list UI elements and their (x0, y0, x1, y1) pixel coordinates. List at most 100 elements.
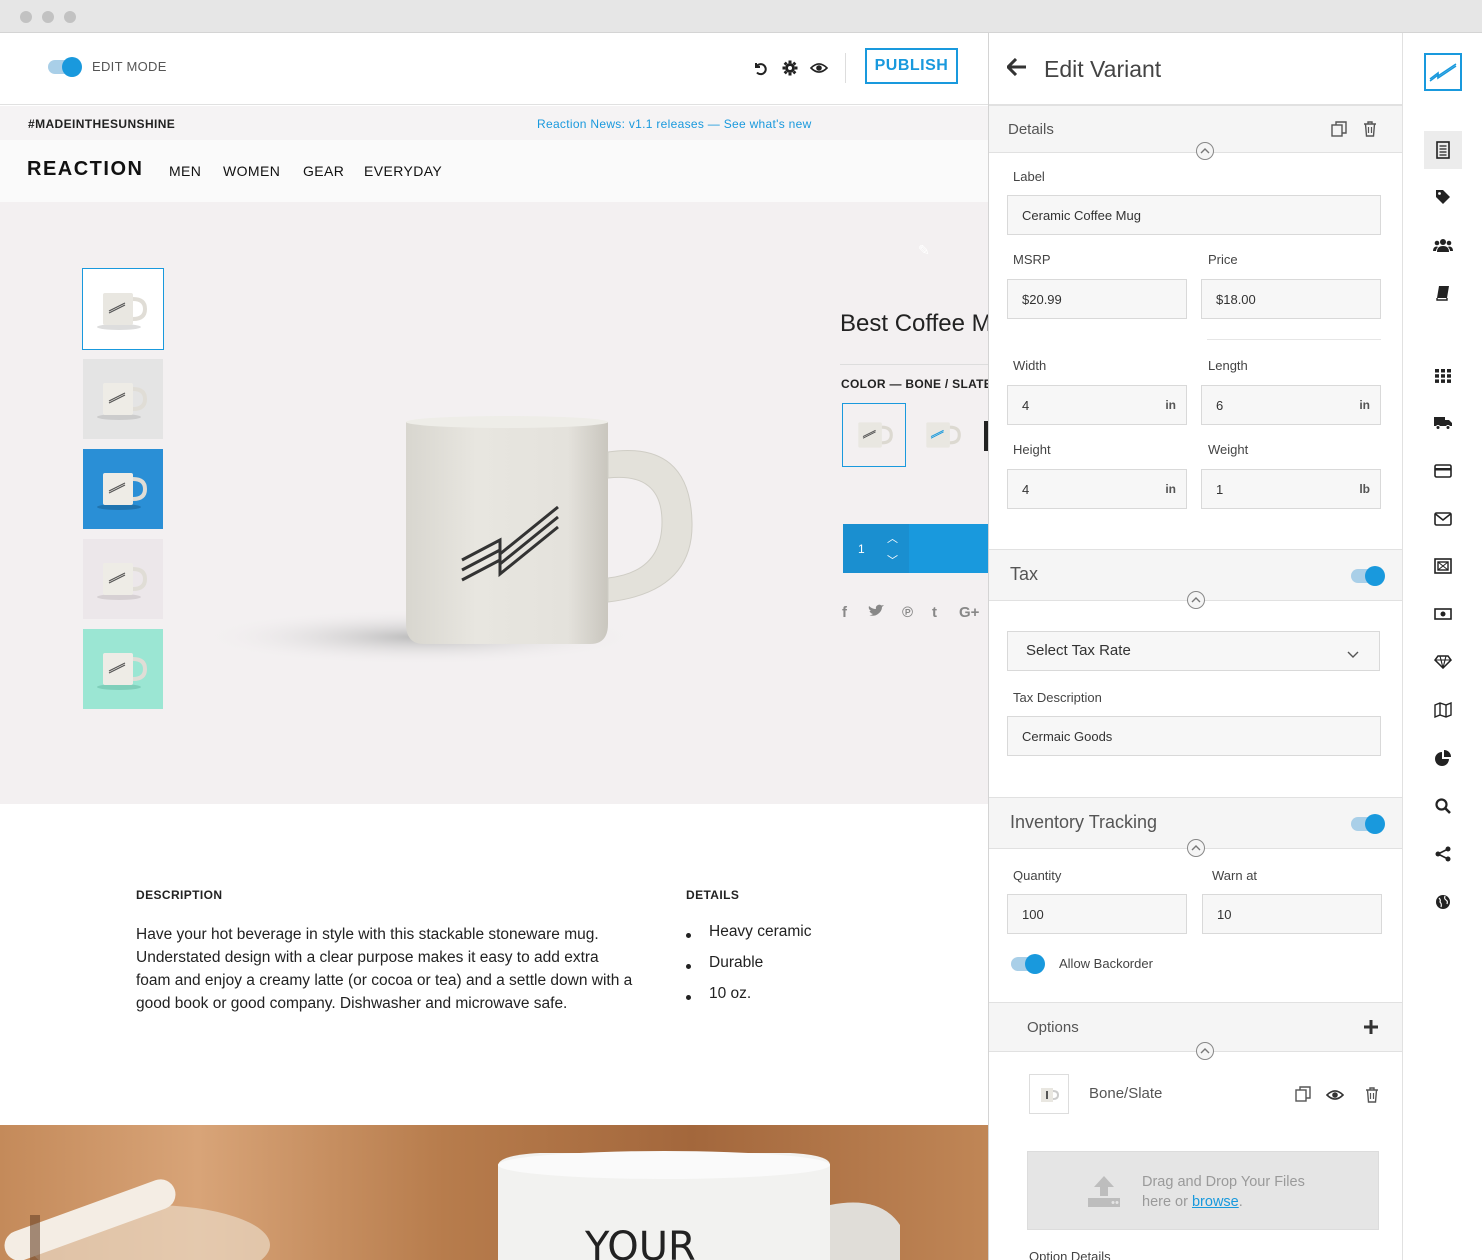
money-icon[interactable] (1424, 595, 1462, 633)
grid-icon[interactable] (1424, 357, 1462, 395)
pie-chart-icon[interactable] (1424, 739, 1462, 777)
inventory-toggle[interactable] (1351, 814, 1385, 834)
map-icon[interactable] (1424, 691, 1462, 729)
tax-title: Tax (1010, 564, 1039, 584)
arrow-left-icon[interactable] (1005, 57, 1027, 81)
product-title: Best Coffee M (840, 310, 988, 337)
collapse-chevron-icon[interactable] (1187, 591, 1205, 609)
tumblr-icon[interactable]: t (932, 604, 937, 621)
tax-toggle[interactable] (1351, 566, 1385, 586)
document-icon[interactable] (1424, 131, 1462, 169)
gear-icon[interactable] (780, 58, 800, 78)
product-thumbnail[interactable] (83, 629, 163, 709)
weight-input[interactable]: 1 lb (1201, 469, 1381, 509)
users-icon[interactable] (1424, 226, 1462, 264)
book-icon[interactable] (1424, 274, 1462, 312)
credit-card-icon[interactable] (1424, 452, 1462, 490)
browser-chrome (0, 0, 1482, 33)
window-minimize-dot[interactable] (42, 11, 54, 23)
product-thumbnail[interactable] (83, 359, 163, 439)
options-section-header[interactable]: Options (989, 1002, 1402, 1052)
brand-logo[interactable]: REACTION (27, 158, 143, 181)
tax-rate-select[interactable]: Select Tax Rate (1007, 631, 1380, 671)
height-label: Height (1013, 442, 1051, 457)
option-thumbnail[interactable] (1029, 1074, 1069, 1114)
price-input[interactable]: $18.00 (1201, 279, 1381, 319)
height-value: 4 (1022, 482, 1030, 497)
pinterest-icon[interactable]: ℗ (902, 604, 913, 621)
msrp-input[interactable]: $20.99 (1007, 279, 1187, 319)
collapse-chevron-icon[interactable] (1196, 1042, 1214, 1060)
share-icon[interactable] (1424, 835, 1462, 873)
globe-icon[interactable] (1424, 883, 1462, 921)
length-input[interactable]: 6 in (1201, 385, 1381, 425)
chevron-up-icon[interactable]: ︿ (887, 530, 898, 546)
dropzone-text: Drag and Drop Your Files here or browse. (1142, 1172, 1305, 1212)
inventory-title: Inventory Tracking (1010, 812, 1158, 832)
product-thumbnail[interactable] (83, 539, 163, 619)
add-option-icon[interactable] (1363, 1019, 1379, 1040)
main-nav: REACTION MEN WOMEN GEAR EVERYDAY (0, 140, 988, 202)
logo-icon[interactable] (1424, 53, 1462, 91)
detail-item: Durable (709, 954, 764, 971)
window-maximize-dot[interactable] (64, 11, 76, 23)
duplicate-icon[interactable] (1295, 1086, 1311, 1107)
details-heading: DETAILS (686, 888, 740, 902)
product-thumbnail[interactable] (82, 268, 164, 350)
window-close-dot[interactable] (20, 11, 32, 23)
bullet (686, 995, 691, 1000)
variant-swatch[interactable] (911, 404, 973, 466)
googleplus-icon[interactable]: G+ (959, 604, 979, 621)
facebook-icon[interactable]: f (842, 604, 847, 621)
trash-icon[interactable] (1365, 1087, 1379, 1108)
news-link[interactable]: Reaction News: v1.1 releases — See what'… (537, 117, 812, 131)
diamond-icon[interactable] (1424, 643, 1462, 681)
eye-icon[interactable] (1325, 1088, 1345, 1107)
trash-icon[interactable] (1363, 121, 1377, 142)
width-input[interactable]: 4 in (1007, 385, 1187, 425)
mail-icon[interactable] (1424, 500, 1462, 538)
twitter-icon[interactable] (868, 604, 884, 622)
panel-header: Edit Variant (989, 33, 1402, 105)
bullet (686, 964, 691, 969)
truck-icon[interactable] (1424, 404, 1462, 442)
product-thumbnail[interactable] (83, 449, 163, 529)
duplicate-icon[interactable] (1331, 121, 1347, 142)
bullet (686, 933, 691, 938)
pencil-icon[interactable]: ✎ (918, 242, 930, 259)
warn-at-input[interactable]: 10 (1202, 894, 1382, 934)
eye-icon[interactable] (809, 58, 829, 78)
tax-description-label: Tax Description (1013, 690, 1102, 705)
edit-mode-toggle[interactable] (48, 57, 82, 77)
tag-icon[interactable] (1424, 178, 1462, 216)
details-section-header[interactable]: Details (989, 105, 1402, 153)
details-title: Details (1008, 121, 1054, 138)
label-input[interactable]: Ceramic Coffee Mug (1007, 195, 1381, 235)
quantity-stepper[interactable]: 1 ︿ ﹀ (843, 524, 909, 573)
add-to-cart-button[interactable]: 1 ︿ ﹀ (843, 524, 988, 573)
variant-swatch[interactable] (842, 403, 906, 467)
publish-button[interactable]: PUBLISH (865, 48, 958, 84)
nav-item-men[interactable]: MEN (169, 163, 201, 179)
nav-item-gear[interactable]: GEAR (303, 163, 344, 179)
edit-toolbar: EDIT MODE PUBLISH (0, 33, 988, 105)
height-input[interactable]: 4 in (1007, 469, 1187, 509)
panel-title: Edit Variant (1044, 56, 1162, 82)
option-label[interactable]: Bone/Slate (1089, 1085, 1162, 1102)
nav-item-everyday[interactable]: EVERYDAY (364, 163, 442, 179)
backorder-toggle[interactable] (1011, 954, 1045, 974)
nav-item-women[interactable]: WOMEN (223, 163, 280, 179)
undo-icon[interactable] (750, 58, 770, 78)
browse-link[interactable]: browse (1192, 1194, 1239, 1210)
search-icon[interactable] (1424, 787, 1462, 825)
file-dropzone[interactable]: Drag and Drop Your Files here or browse. (1027, 1151, 1379, 1230)
dropzone-line: here or (1142, 1194, 1188, 1210)
chevron-down-icon[interactable]: ﹀ (887, 552, 898, 568)
collapse-chevron-icon[interactable] (1196, 142, 1214, 160)
collapse-chevron-icon[interactable] (1187, 839, 1205, 857)
tax-description-input[interactable]: Cermaic Goods (1007, 716, 1381, 756)
width-label: Width (1013, 358, 1047, 373)
detail-item: 10 oz. (709, 985, 752, 1002)
quantity-input[interactable]: 100 (1007, 894, 1187, 934)
layout-icon[interactable] (1424, 547, 1462, 585)
